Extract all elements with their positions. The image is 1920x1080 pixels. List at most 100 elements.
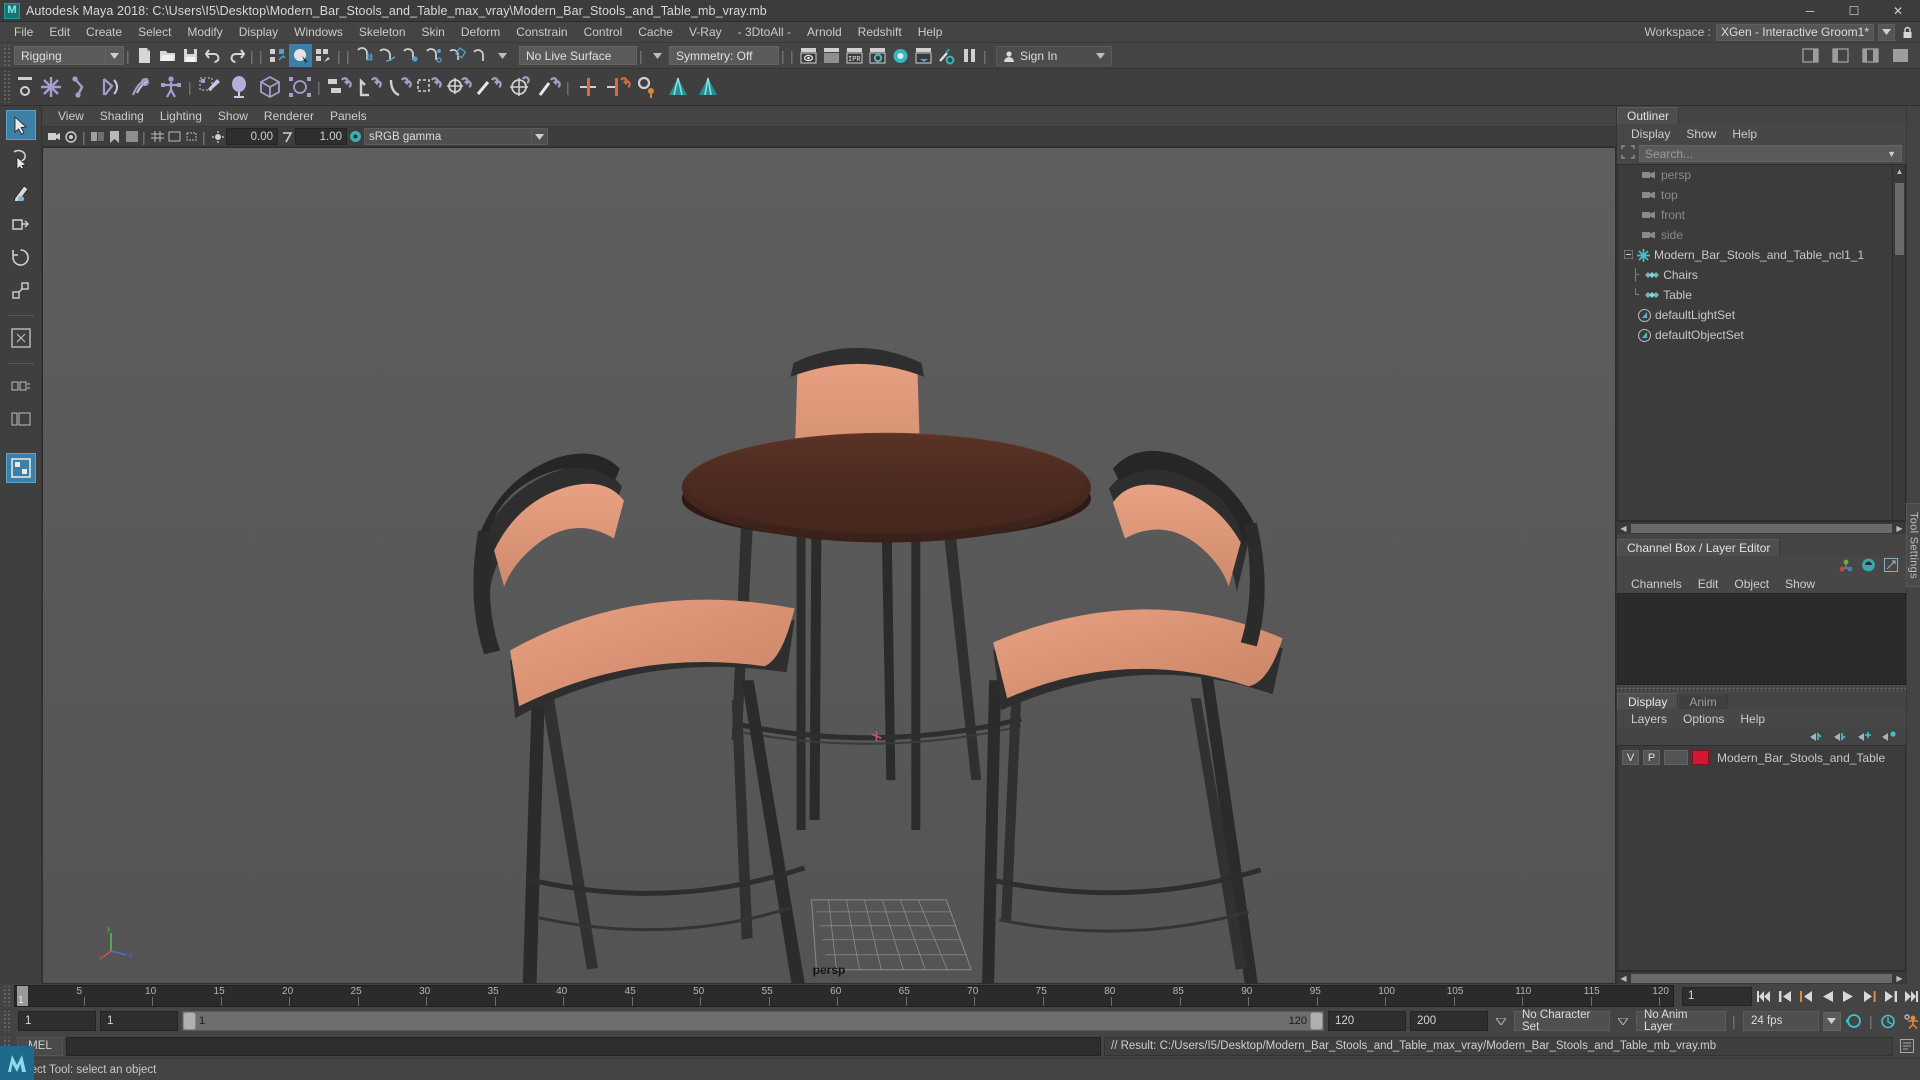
step-back-frame-icon[interactable] — [1797, 986, 1815, 1006]
gamma-icon[interactable] — [278, 127, 295, 146]
outliner-item-nucleus[interactable]: Modern_Bar_Stools_and_Table_ncl1_1 — [1618, 245, 1905, 265]
range-slider[interactable]: 1 120 — [182, 1011, 1324, 1031]
live-surface-field[interactable]: No Live Surface — [519, 46, 637, 65]
select-tool[interactable] — [5, 110, 36, 140]
move-tool[interactable] — [6, 209, 36, 239]
range-left-handle[interactable] — [183, 1012, 196, 1030]
orient-constraint-icon[interactable] — [384, 71, 414, 103]
step-back-key-icon[interactable] — [1776, 986, 1794, 1006]
select-by-component-icon[interactable] — [312, 44, 335, 67]
move-layer-down-icon[interactable] — [1834, 731, 1848, 742]
current-time-indicator[interactable]: 1 — [17, 986, 28, 1006]
expander-minus-icon[interactable] — [1623, 248, 1634, 262]
loop-playback-icon[interactable] — [1845, 1011, 1863, 1031]
snap-to-curve-icon[interactable] — [376, 44, 399, 67]
menu-select[interactable]: Select — [130, 22, 179, 42]
new-scene-icon[interactable] — [133, 44, 156, 67]
layer-visibility-toggle[interactable]: V — [1622, 750, 1639, 765]
scroll-left-icon[interactable]: ◀ — [1617, 972, 1630, 985]
layer-playback-toggle[interactable]: P — [1643, 750, 1660, 765]
workspace-dropdown[interactable]: XGen - Interactive Groom1* — [1715, 23, 1874, 41]
paint-select-tool[interactable] — [6, 176, 36, 206]
lock-icon[interactable] — [1900, 24, 1914, 41]
viewport-menu-show[interactable]: Show — [210, 108, 256, 124]
snap-chevron-down-icon[interactable] — [491, 44, 514, 67]
xgen-groomable-icon[interactable] — [663, 71, 693, 103]
pole-vector-icon[interactable] — [474, 71, 504, 103]
image-plane-icon[interactable] — [123, 127, 140, 146]
menu-control[interactable]: Control — [576, 22, 631, 42]
menu-file[interactable]: File — [6, 22, 41, 42]
go-to-end-icon[interactable] — [1902, 986, 1920, 1006]
layer-horizontal-scrollbar[interactable]: ◀ ▶ — [1617, 971, 1906, 984]
script-editor-icon[interactable] — [1896, 1039, 1918, 1053]
shelf-gripper[interactable] — [2, 71, 11, 103]
symmetry-field[interactable]: Symmetry: Off — [669, 46, 779, 65]
mirror-joint-icon[interactable] — [504, 71, 534, 103]
outliner-item-chairs[interactable]: ├ Chairs — [1618, 265, 1905, 285]
render-settings-icon[interactable] — [866, 44, 889, 67]
viewport-menu-lighting[interactable]: Lighting — [152, 108, 210, 124]
symmetry-chevron-down-icon[interactable] — [646, 44, 669, 67]
bake-deformer-icon[interactable] — [633, 71, 663, 103]
menuset-dropdown[interactable]: Rigging — [14, 46, 106, 65]
auto-key-icon[interactable] — [1880, 1011, 1898, 1031]
outliner-item-defaultobjectset[interactable]: defaultObjectSet — [1618, 325, 1905, 345]
menu-cache[interactable]: Cache — [630, 22, 681, 42]
layer-color-swatch[interactable] — [1692, 750, 1709, 765]
frame-selection-icon[interactable] — [1621, 145, 1635, 162]
sidebar-toggle-icon[interactable] — [1889, 44, 1912, 67]
fps-chevron-down-icon[interactable] — [1823, 1011, 1841, 1031]
scroll-right-icon[interactable]: ▶ — [1893, 972, 1906, 985]
quick-rig-icon[interactable] — [126, 71, 156, 103]
joint-tool-icon[interactable] — [36, 71, 66, 103]
connect-joint-icon[interactable] — [534, 71, 564, 103]
outliner-menu-help[interactable]: Help — [1724, 127, 1765, 141]
ik-spline-handle-icon[interactable] — [96, 71, 126, 103]
menu-help[interactable]: Help — [910, 22, 951, 42]
deformer-lattice-icon[interactable] — [225, 71, 255, 103]
snap-to-point-icon[interactable] — [399, 44, 422, 67]
aim-constraint-icon[interactable] — [444, 71, 474, 103]
outliner-menu-display[interactable]: Display — [1623, 127, 1678, 141]
menu-windows[interactable]: Windows — [286, 22, 351, 42]
hypershade-layout[interactable] — [5, 453, 36, 483]
outliner-item-top[interactable]: top — [1618, 185, 1905, 205]
outliner-item-defaultlightset[interactable]: defaultLightSet — [1618, 305, 1905, 325]
statusline-gripper[interactable] — [2, 44, 11, 67]
ik-handle-icon[interactable] — [66, 71, 96, 103]
persp-outliner-layout[interactable] — [6, 404, 36, 434]
show-hide-tool-settings-icon[interactable] — [1829, 44, 1852, 67]
outliner-item-persp[interactable]: persp — [1618, 165, 1905, 185]
play-forwards-icon[interactable] — [1839, 986, 1857, 1006]
go-to-start-icon[interactable] — [1755, 986, 1773, 1006]
show-hide-attribute-editor-icon[interactable] — [1799, 44, 1822, 67]
scale-constraint-icon[interactable] — [414, 71, 444, 103]
range-start-field[interactable]: 1 — [18, 1011, 96, 1031]
channelbox-menu-object[interactable]: Object — [1726, 577, 1777, 591]
lasso-select-tool[interactable] — [6, 143, 36, 173]
scroll-left-icon[interactable]: ◀ — [1617, 522, 1630, 535]
menu-display[interactable]: Display — [231, 22, 286, 42]
film-gate-icon[interactable] — [166, 127, 183, 146]
minimize-button[interactable]: ─ — [1788, 0, 1832, 22]
layer-list[interactable]: V P Modern_Bar_Stools_and_Table — [1617, 745, 1906, 971]
scrollbar-thumb[interactable] — [1631, 973, 1892, 983]
fps-dropdown[interactable]: 24 fps — [1743, 1011, 1819, 1031]
grid-toggle-icon[interactable] — [149, 127, 166, 146]
rangeslider-gripper[interactable] — [2, 1011, 11, 1031]
four-view-layout[interactable] — [6, 371, 36, 401]
close-button[interactable]: ✕ — [1876, 0, 1920, 22]
menu-skeleton[interactable]: Skeleton — [351, 22, 414, 42]
menu-create[interactable]: Create — [78, 22, 130, 42]
bookmark-icon[interactable] — [106, 127, 123, 146]
outliner-tree[interactable]: persp top front side Modern_Bar_Stools_a… — [1617, 164, 1906, 521]
outliner-search-input[interactable]: Search... ▼ — [1639, 145, 1902, 162]
tab-channel-box-layer-editor[interactable]: Channel Box / Layer Editor — [1617, 539, 1781, 556]
play-backwards-icon[interactable] — [1818, 986, 1836, 1006]
viewport-3d-canvas[interactable]: y z x persp — [42, 147, 1616, 984]
viewport-menu-shading[interactable]: Shading — [92, 108, 152, 124]
two-pane-icon[interactable] — [89, 127, 106, 146]
redo-icon[interactable] — [225, 44, 248, 67]
paint-skin-weights-icon[interactable] — [195, 71, 225, 103]
